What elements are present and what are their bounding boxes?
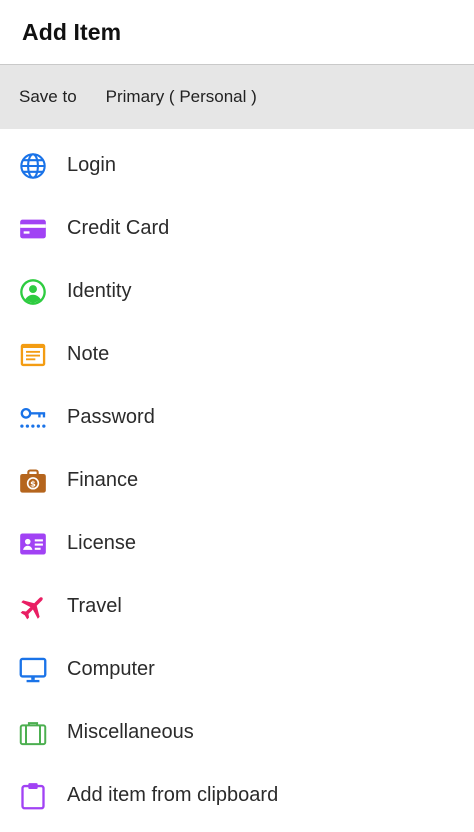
license-card-icon	[18, 529, 48, 559]
page-title: Add Item	[22, 18, 122, 45]
item-note[interactable]: Note	[0, 323, 474, 386]
item-computer[interactable]: Computer	[0, 638, 474, 701]
item-label: Credit Card	[67, 217, 170, 239]
item-travel[interactable]: Travel	[0, 575, 474, 638]
item-add-from-clipboard[interactable]: Add item from clipboard	[0, 764, 474, 827]
monitor-icon	[18, 655, 48, 685]
credit-card-icon	[18, 214, 48, 244]
svg-text:$: $	[30, 478, 36, 488]
item-label: Login	[67, 154, 116, 176]
item-label: Finance	[67, 469, 139, 491]
item-label: Identity	[67, 280, 132, 302]
item-label: Travel	[67, 595, 122, 617]
item-label: Add item from clipboard	[67, 784, 279, 806]
item-license[interactable]: License	[0, 512, 474, 575]
note-icon	[18, 340, 48, 370]
password-key-icon	[18, 403, 48, 433]
item-miscellaneous[interactable]: Miscellaneous	[0, 701, 474, 764]
identity-icon	[18, 277, 48, 307]
item-credit-card[interactable]: Credit Card	[0, 197, 474, 260]
item-password[interactable]: Password	[0, 386, 474, 449]
item-label: Miscellaneous	[67, 721, 194, 743]
globe-icon	[18, 151, 48, 181]
save-to-label: Save to	[19, 87, 77, 106]
finance-briefcase-icon: $	[18, 466, 48, 496]
item-label: License	[67, 532, 136, 554]
item-identity[interactable]: Identity	[0, 260, 474, 323]
item-type-list: Login Credit Card Identity Note Password…	[0, 134, 474, 827]
suitcase-icon	[18, 718, 48, 748]
dialog-header: Add Item	[0, 0, 474, 65]
clipboard-icon	[18, 781, 48, 811]
save-to-selector[interactable]: Save to Primary ( Personal )	[0, 65, 474, 129]
item-label: Password	[67, 406, 155, 428]
item-label: Computer	[67, 658, 155, 680]
save-to-value: Primary ( Personal )	[105, 87, 257, 106]
item-label: Note	[67, 343, 110, 365]
airplane-icon	[18, 592, 48, 622]
item-login[interactable]: Login	[0, 134, 474, 197]
item-finance[interactable]: $ Finance	[0, 449, 474, 512]
